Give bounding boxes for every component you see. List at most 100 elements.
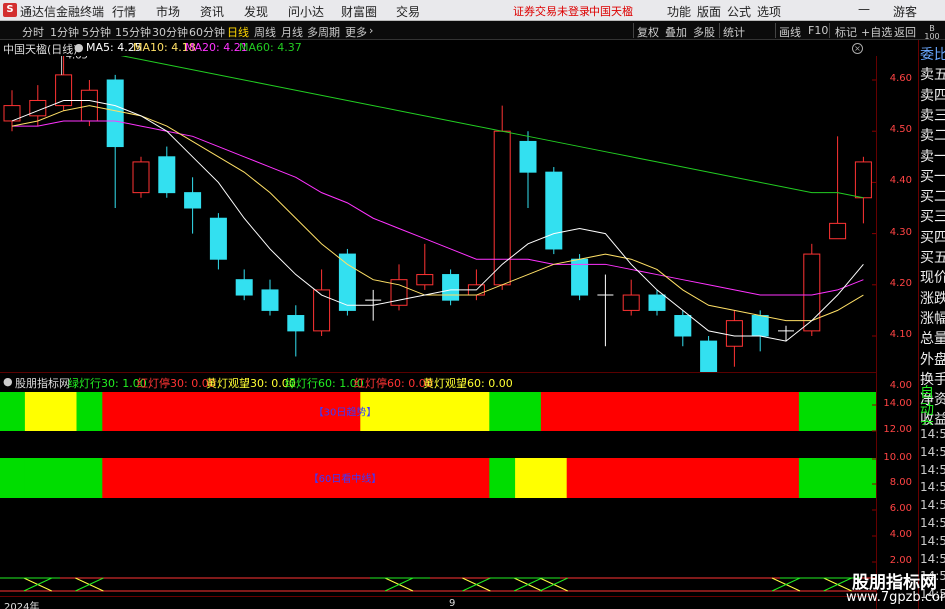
candlestick-chart[interactable]: 4.653.95 [0,56,876,372]
draw-line-button[interactable]: 画线 [779,24,801,40]
quote-label: 卖四 [920,87,945,104]
period-5min[interactable]: 5分钟 [82,24,111,40]
overlay-button[interactable]: 叠加 [665,24,687,40]
side-top: B 100 [921,25,943,41]
stats-button[interactable]: 统计 [723,24,745,40]
band-segment [257,458,284,498]
band-segment [437,392,464,431]
band-segment [437,458,464,498]
candle-body [648,294,666,311]
menu-wealth-circle[interactable]: 财富圈 [341,3,377,20]
minimize-button[interactable]: — [852,2,876,18]
candle-body [287,315,305,332]
period-daily[interactable]: 日线 [227,24,249,40]
guest-user[interactable]: 游客 [893,3,917,20]
menu-discover[interactable]: 发现 [244,3,268,20]
login-status[interactable]: 证券交易未登录 [513,3,590,19]
band-segment [179,392,206,431]
quote-label: 卖一 [920,148,945,165]
candle-body [158,156,176,194]
menu-functions[interactable]: 功能 [667,3,691,20]
menu-options[interactable]: 选项 [757,3,781,20]
multi-stock-button[interactable]: 多股 [693,24,715,40]
period-60min[interactable]: 60分钟 [189,24,225,40]
indicator-settings-icon[interactable]: ● [3,375,13,388]
menu-market[interactable]: 市场 [156,3,180,20]
band-segment [411,458,439,498]
candle-body [622,294,640,311]
period-1min[interactable]: 1分钟 [50,24,79,40]
candle-body [519,140,537,173]
indicator-tick-label: 14.00 [883,398,912,409]
band-segment [644,458,671,498]
band-segment [463,392,490,431]
band-segment [721,458,748,498]
menu-news[interactable]: 资讯 [200,3,224,20]
band-segment [695,392,722,431]
back-button[interactable]: 返回 [894,24,916,40]
band-segment [824,392,851,431]
axis-divider [876,56,877,609]
band-segment [489,392,516,431]
menu-trade[interactable]: 交易 [396,3,420,20]
menu-quotes[interactable]: 行情 [112,3,136,20]
period-monthly[interactable]: 月线 [281,24,303,40]
period-more[interactable]: 更多 [345,24,367,40]
candle-body [751,315,769,337]
band-segment [747,458,774,498]
ma10-line [11,105,864,322]
candle-body [545,171,563,250]
band-segment [489,458,516,498]
menu-bar: S 通达信金融终端 行情 市场 资讯 发现 问小达 财富圈 交易 证券交易未登录… [0,0,945,21]
band-segment [50,458,77,498]
menu-layout[interactable]: 版面 [697,3,721,20]
quote-side-panel: 委比 卖五 卖四 卖三 卖二 卖一 买一 买二 买三 买四 买五 现价 涨跌 涨幅 总量 外盘 换手 净资 收益 自动… [918,40,945,609]
trade-time: 14:56 [920,516,945,530]
quote-label: 卖二 [920,128,945,145]
period-30min[interactable]: 30分钟 [152,24,188,40]
menu-ask-xiaoda[interactable]: 问小达 [288,3,324,20]
period-weekly[interactable]: 周线 [254,24,276,40]
adjust-button[interactable]: 复权 [637,24,659,40]
band-segment [205,392,232,431]
quote-label: 涨幅 [920,310,945,327]
price-tick-label: 4.20 [889,277,912,289]
period-15min[interactable]: 15分钟 [115,24,151,40]
band-segment [386,392,413,431]
quote-label: 买三 [920,209,945,226]
menu-formula[interactable]: 公式 [727,3,751,20]
quote-label: 外盘 [920,351,945,368]
auto-trade-header[interactable]: 自动交易 [920,385,945,425]
watermark-url: www.7gpzb.com [846,590,945,605]
candle-body [261,289,279,311]
band-label: 【30日趋势】 [314,406,377,419]
ma5-line [11,99,864,342]
add-watchlist-button[interactable]: +自选 [861,24,892,40]
band-segment [721,392,748,431]
quote-label: 现价 [920,270,945,287]
mark-button[interactable]: 标记 [835,24,857,40]
period-tick[interactable]: 分时 [22,24,44,40]
trade-time: 14:56 [920,444,945,459]
settings-icon[interactable]: ● [74,41,84,54]
chevron-right-icon[interactable]: › [369,24,373,37]
quote-label: 总量 [920,331,945,348]
indicator-tick-label: 10.00 [883,452,912,463]
band-segment [153,458,181,498]
band-segment [695,458,722,498]
candle-body [854,161,872,199]
period-multi[interactable]: 多周期 [307,24,340,40]
f10-button[interactable]: F10 [808,24,828,37]
band-segment [592,458,619,498]
app-title: 通达信金融终端 [20,5,105,19]
date-month: 9 [449,598,456,609]
candle-body [416,274,434,286]
indicator-tick-label: 6.00 [889,503,912,514]
band-segment [386,458,413,498]
band-segment [540,392,568,431]
band-label: 【60日看中线】 [309,472,382,485]
close-icon[interactable]: × [852,43,863,54]
indicator-chart[interactable]: 【30日趋势】【60日看中线】 [0,388,876,574]
candle-body [803,253,821,332]
band-segment [566,458,593,498]
